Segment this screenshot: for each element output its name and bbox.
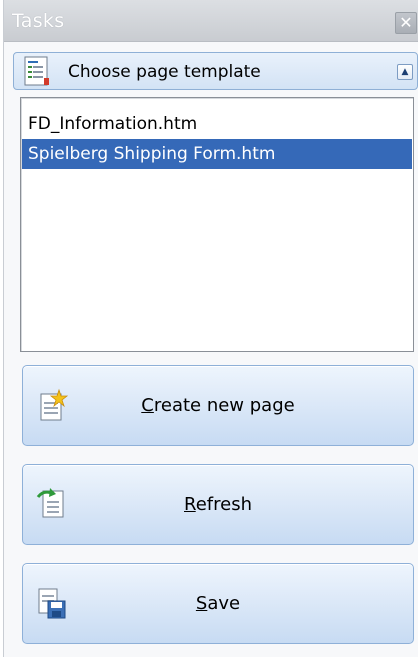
choose-template-header[interactable]: Choose page template ▲: [13, 52, 418, 90]
close-button[interactable]: ✕: [395, 12, 417, 34]
create-new-page-label: Create new page: [141, 395, 295, 416]
section-title: Choose page template: [68, 62, 261, 82]
create-new-page-button[interactable]: Create new page: [22, 365, 414, 446]
title-bar: Tasks ✕: [4, 0, 418, 42]
save-label: Save: [195, 593, 241, 614]
list-item[interactable]: FD_Information.htm: [22, 109, 412, 139]
template-list[interactable]: FD_Information.htm Spielberg Shipping Fo…: [20, 97, 414, 352]
close-icon: ✕: [399, 13, 413, 32]
list-item[interactable]: Spielberg Shipping Form.htm: [22, 139, 412, 169]
collapse-button[interactable]: ▲: [397, 64, 413, 80]
refresh-button[interactable]: Refresh: [22, 464, 414, 545]
save-button[interactable]: Save: [22, 563, 414, 644]
panel-title: Tasks: [12, 10, 65, 32]
tasks-panel: Tasks ✕ Choose page template ▲ FD_Inform…: [3, 0, 418, 657]
chevron-up-icon: ▲: [401, 67, 409, 77]
page-template-icon: [24, 56, 49, 86]
refresh-label: Refresh: [184, 494, 252, 515]
